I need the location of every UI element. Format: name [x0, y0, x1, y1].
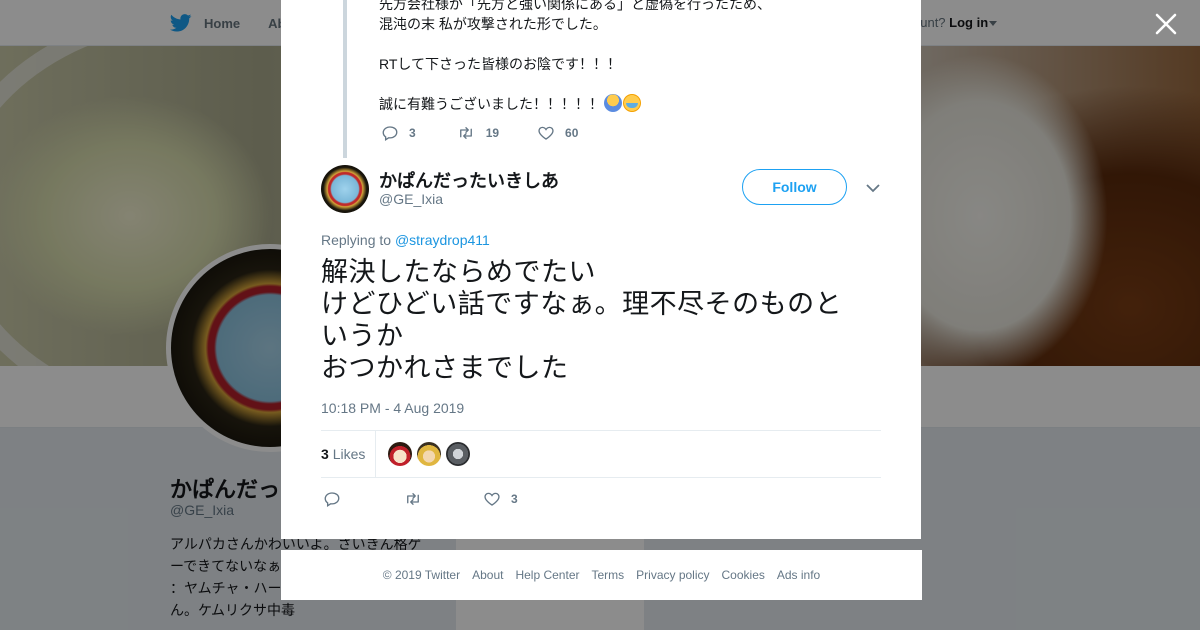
person-emoji-icon [604, 94, 622, 112]
liker-avatar[interactable] [446, 442, 470, 466]
tweet-actions: 3 [323, 490, 518, 508]
likes-count-number: 3 [321, 446, 329, 462]
footer-copyright: © 2019 Twitter [382, 568, 461, 582]
tweet-stats: 3 Likes [321, 430, 881, 478]
footer-link-terms[interactable]: Terms [591, 568, 624, 582]
author-avatar[interactable] [321, 165, 369, 213]
thread-connector [343, 0, 347, 158]
retweet-button[interactable] [403, 490, 483, 508]
tweet-text: 解決したならめでたい けどひどい話ですなぁ。理不尽そのものと いうか おつかれさ… [321, 257, 843, 383]
parent-tweet-actions: 3 19 60 [381, 124, 616, 142]
author-name[interactable]: かぱんだったいきしあ [379, 167, 559, 193]
liker-avatar[interactable] [388, 442, 412, 466]
author-handle[interactable]: @GE_Ixia [379, 191, 443, 207]
like-icon [538, 126, 554, 140]
footer-link-ads-info[interactable]: Ads info [777, 568, 820, 582]
tweet-modal: 先方会社様が「先方と強い関係にある」と虚偽を行ったため、 混沌の末 私が攻撃され… [281, 0, 921, 539]
tweet-timestamp[interactable]: 10:18 PM - 4 Aug 2019 [321, 400, 464, 416]
footer-link-about[interactable]: About [472, 568, 503, 582]
footer-link-cookies[interactable]: Cookies [722, 568, 765, 582]
parent-retweet-count: 19 [485, 126, 500, 140]
close-icon[interactable] [1154, 12, 1178, 36]
parent-like-count: 60 [565, 126, 579, 140]
like-button[interactable]: 3 [483, 490, 518, 508]
footer-link-privacy-policy[interactable]: Privacy policy [636, 568, 709, 582]
likes-count-label: Likes [332, 446, 366, 462]
footer-link-help-center[interactable]: Help Center [515, 568, 579, 582]
parent-reply-button[interactable]: 3 [381, 124, 416, 142]
replying-to: Replying to @straydrop411 [321, 232, 490, 248]
replying-to-handle-link[interactable]: @straydrop411 [395, 232, 490, 248]
modal-footer: © 2019 Twitter About Help Center Terms P… [281, 550, 922, 600]
crying-face-emoji-icon [623, 94, 641, 112]
stats-divider [375, 431, 376, 477]
like-icon [484, 492, 500, 506]
like-count: 3 [511, 492, 518, 506]
retweet-icon [407, 493, 419, 505]
parent-like-button[interactable]: 60 [537, 124, 578, 142]
parent-tweet-text: 先方会社様が「先方と強い関係にある」と虚偽を行ったため、 混沌の末 私が攻撃され… [379, 0, 899, 114]
reply-icon [324, 492, 340, 507]
liker-avatar[interactable] [417, 442, 441, 466]
replying-to-prefix: Replying to [321, 232, 392, 248]
parent-tweet-body: 先方会社様が「先方と強い関係にある」と虚偽を行ったため、 混沌の末 私が攻撃され… [379, 0, 771, 112]
reply-button[interactable] [323, 490, 403, 508]
retweet-icon [459, 127, 472, 139]
reply-icon [382, 126, 398, 141]
parent-retweet-button[interactable]: 19 [456, 124, 499, 142]
chevron-down-icon[interactable] [865, 180, 881, 196]
parent-reply-count: 3 [409, 126, 416, 140]
follow-button[interactable]: Follow [742, 169, 847, 205]
likes-count-link[interactable]: 3 Likes [321, 446, 365, 462]
